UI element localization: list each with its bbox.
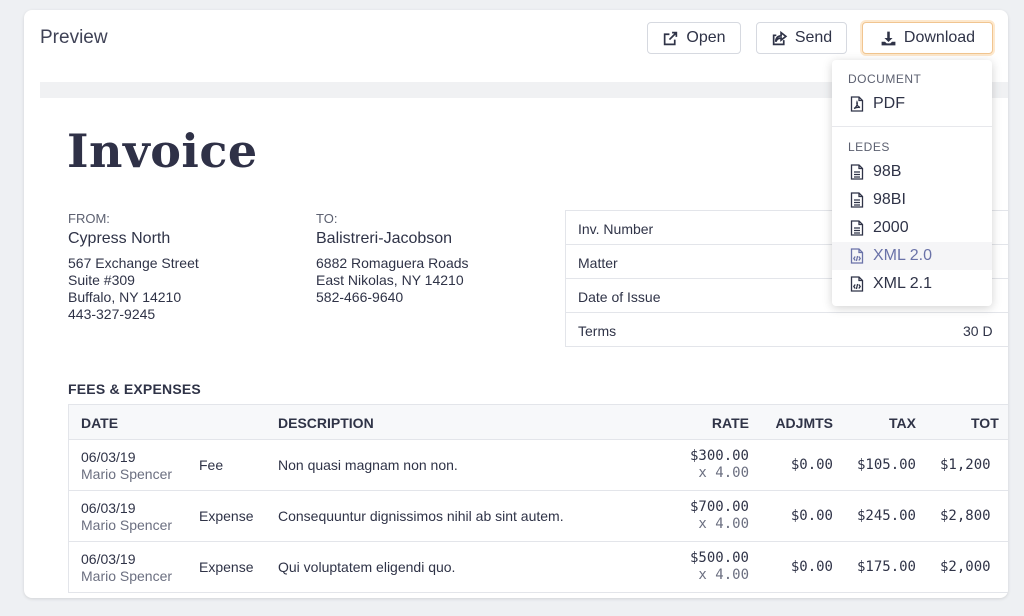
menu-item-98bi[interactable]: 98BI xyxy=(832,186,992,214)
col-date: DATE xyxy=(81,415,119,431)
meta-row-terms: Terms 30 D xyxy=(566,313,1008,346)
send-button[interactable]: Send xyxy=(756,22,847,54)
row-rate: $700.00 xyxy=(689,499,749,515)
meta-key: Inv. Number xyxy=(578,221,654,237)
row-quantity: x 4.00 xyxy=(698,465,749,481)
text-file-icon xyxy=(850,164,864,180)
col-total: TOT xyxy=(971,415,999,431)
col-rate: RATE xyxy=(711,415,749,431)
to-name: Balistreri-Jacobson xyxy=(316,230,453,247)
row-rate: $300.00 xyxy=(689,448,749,464)
row-description: Qui voluptatem eligendi quo. xyxy=(278,559,456,575)
row-quantity: x 4.00 xyxy=(698,567,749,583)
row-description: Non quasi magnam non non. xyxy=(278,457,458,473)
row-type: Expense xyxy=(199,559,254,575)
col-adjustments: ADJMTS xyxy=(775,415,833,431)
from-address-line: Buffalo, NY 14210 xyxy=(68,289,182,305)
meta-key: Date of Issue xyxy=(578,289,661,305)
menu-item-label: 98B xyxy=(873,163,902,180)
from-phone: 443-327-9245 xyxy=(68,306,156,322)
code-file-icon xyxy=(850,248,864,264)
table-row: 06/03/19 Mario Spencer Fee Non quasi mag… xyxy=(69,440,1008,491)
from-name: Cypress North xyxy=(68,230,171,247)
pdf-file-icon xyxy=(850,96,864,112)
menu-item-2000[interactable]: 2000 xyxy=(832,214,992,242)
row-tax: $245.00 xyxy=(856,508,916,524)
row-type: Expense xyxy=(199,508,254,524)
text-file-icon xyxy=(850,192,864,208)
menu-item-label: XML 2.1 xyxy=(873,275,932,292)
row-adjustment: $0.00 xyxy=(790,559,833,575)
col-description: DESCRIPTION xyxy=(278,415,374,431)
table-row: 06/03/19 Mario Spencer Expense Qui volup… xyxy=(69,542,1008,593)
open-button[interactable]: Open xyxy=(647,22,741,54)
row-type: Fee xyxy=(199,457,224,473)
fees-table: DATE DESCRIPTION RATE ADJMTS TAX TOT 06/… xyxy=(68,404,1008,593)
menu-item-label: 2000 xyxy=(873,219,909,236)
external-link-icon xyxy=(664,31,678,45)
menu-item-label: XML 2.0 xyxy=(873,247,932,264)
menu-item-label: 98BI xyxy=(873,191,906,208)
code-file-icon xyxy=(850,276,864,292)
row-total: $2,800 xyxy=(940,508,991,524)
from-address-line: 567 Exchange Street xyxy=(68,255,199,271)
meta-key: Matter xyxy=(578,255,618,271)
col-tax: TAX xyxy=(889,415,916,431)
share-icon xyxy=(772,30,788,45)
from-label: FROM: xyxy=(68,211,110,226)
row-date: 06/03/19 xyxy=(81,551,136,567)
row-quantity: x 4.00 xyxy=(698,516,749,532)
row-rate: $500.00 xyxy=(689,550,749,566)
to-address-line: 6882 Romaguera Roads xyxy=(316,255,469,271)
to-address-line: East Nikolas, NY 14210 xyxy=(316,272,464,288)
preview-title: Preview xyxy=(40,27,108,48)
meta-value: 30 D xyxy=(963,323,993,339)
row-tax: $105.00 xyxy=(856,457,916,473)
fees-section-title: FEES & EXPENSES xyxy=(68,381,201,397)
to-phone: 582-466-9640 xyxy=(316,289,404,305)
from-block: FROM: Cypress North 567 Exchange Street … xyxy=(68,210,199,323)
open-button-label: Open xyxy=(686,29,726,46)
row-person: Mario Spencer xyxy=(81,568,173,584)
to-label: TO: xyxy=(316,211,338,226)
menu-item-label: PDF xyxy=(873,95,905,112)
text-file-icon xyxy=(850,220,864,236)
meta-key: Terms xyxy=(578,323,617,339)
row-date: 06/03/19 xyxy=(81,500,136,516)
preview-card: Preview Open Send Download Invoice FROM:… xyxy=(24,10,1008,598)
download-button[interactable]: Download xyxy=(862,22,993,54)
menu-section-ledes: LEDES xyxy=(848,140,890,154)
from-address-line: Suite #309 xyxy=(68,272,135,288)
menu-item-98b[interactable]: 98B xyxy=(832,158,992,186)
invoice-title: Invoice xyxy=(67,124,258,178)
row-tax: $175.00 xyxy=(856,559,916,575)
menu-item-xml-2-1[interactable]: XML 2.1 xyxy=(832,270,992,298)
menu-item-xml-2-0[interactable]: XML 2.0 xyxy=(832,242,992,270)
send-button-label: Send xyxy=(794,29,833,46)
row-person: Mario Spencer xyxy=(81,466,173,482)
menu-item-pdf[interactable]: PDF xyxy=(832,90,992,118)
menu-divider xyxy=(832,126,992,127)
row-adjustment: $0.00 xyxy=(790,508,833,524)
menu-section-document: DOCUMENT xyxy=(848,72,922,86)
fees-table-header: DATE DESCRIPTION RATE ADJMTS TAX TOT xyxy=(69,405,1008,440)
row-total: $2,000 xyxy=(940,559,991,575)
download-icon xyxy=(881,31,896,45)
row-description: Consequuntur dignissimos nihil ab sint a… xyxy=(278,508,564,524)
to-block: TO: Balistreri-Jacobson 6882 Romaguera R… xyxy=(316,210,469,306)
row-total: $1,200 xyxy=(940,457,991,473)
row-person: Mario Spencer xyxy=(81,517,173,533)
row-date: 06/03/19 xyxy=(81,449,136,465)
row-adjustment: $0.00 xyxy=(790,457,833,473)
download-dropdown-menu: DOCUMENT PDF LEDES 98B 98BI 2000 XML 2.0… xyxy=(832,60,992,306)
download-button-label: Download xyxy=(903,29,976,46)
table-row: 06/03/19 Mario Spencer Expense Consequun… xyxy=(69,491,1008,542)
